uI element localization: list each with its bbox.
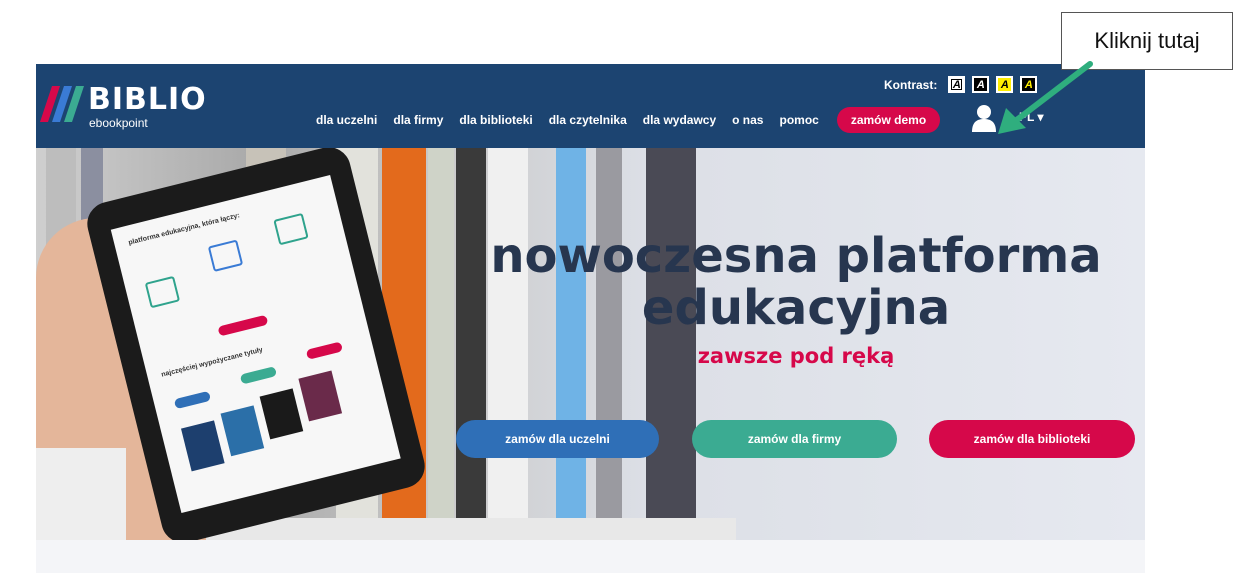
tablet-button bbox=[217, 314, 269, 337]
annotation-text: Kliknij tutaj bbox=[1094, 28, 1200, 53]
main-nav: dla uczelni dla firmy dla biblioteki dla… bbox=[316, 107, 941, 133]
tablet-book-cover bbox=[298, 370, 343, 422]
tablet-screen: platforma edukacyjna, która łączy: najcz… bbox=[110, 175, 401, 514]
hero-subline: zawsze pod ręką bbox=[697, 344, 895, 368]
order-company-button[interactable]: zamów dla firmy bbox=[692, 420, 897, 458]
nav-item-biblioteki[interactable]: dla biblioteki bbox=[459, 113, 532, 127]
nav-item-uczelnie[interactable]: dla uczelni bbox=[316, 113, 377, 127]
contrast-label: Kontrast: bbox=[884, 77, 938, 92]
sleeve-image bbox=[36, 448, 126, 540]
order-demo-button[interactable]: zamów demo bbox=[836, 107, 941, 133]
logo-stripes-icon bbox=[40, 86, 84, 122]
contrast-default-button[interactable]: A bbox=[948, 76, 966, 93]
tablet-monitor-icon bbox=[273, 212, 309, 246]
tablet-screen-title: platforma edukacyjna, która łączy: bbox=[127, 212, 241, 247]
nav-item-czytelnika[interactable]: dla czytelnika bbox=[549, 113, 627, 127]
biblio-logo[interactable]: BIBLIO ebookpoint bbox=[36, 78, 207, 130]
content-section bbox=[36, 540, 1145, 573]
hero-headline-line2: edukacyjna bbox=[641, 280, 951, 336]
tablet-button bbox=[305, 341, 344, 360]
hero-headline: nowoczesna platforma edukacyjna bbox=[456, 230, 1136, 334]
hero-headline-line1: nowoczesna platforma bbox=[490, 228, 1102, 284]
tablet-book-cover bbox=[220, 405, 265, 457]
logo-name: BIBLIO bbox=[88, 82, 207, 117]
annotation-arrow-icon bbox=[998, 61, 1093, 134]
book-spine bbox=[428, 148, 454, 540]
site-header: BIBLIO ebookpoint Kontrast: A A A A dla … bbox=[36, 64, 1145, 148]
nav-item-firmy[interactable]: dla firmy bbox=[393, 113, 443, 127]
contrast-dark-button[interactable]: A bbox=[972, 76, 990, 93]
nav-item-wydawcy[interactable]: dla wydawcy bbox=[643, 113, 716, 127]
hero-banner: platforma edukacyjna, która łączy: najcz… bbox=[36, 148, 1145, 540]
nav-item-o-nas[interactable]: o nas bbox=[732, 113, 763, 127]
tablet-button bbox=[173, 390, 212, 410]
tablet-network-icon bbox=[207, 239, 244, 272]
order-library-button[interactable]: zamów dla biblioteki bbox=[929, 420, 1135, 458]
order-university-button[interactable]: zamów dla uczelni bbox=[456, 420, 659, 458]
tablet-book-cover bbox=[259, 388, 304, 440]
tablet-book-cover bbox=[181, 420, 225, 472]
nav-item-pomoc[interactable]: pomoc bbox=[779, 113, 818, 127]
logo-subtitle: ebookpoint bbox=[89, 116, 148, 130]
tablet-book-icon bbox=[144, 275, 181, 309]
tablet-button bbox=[239, 366, 278, 385]
